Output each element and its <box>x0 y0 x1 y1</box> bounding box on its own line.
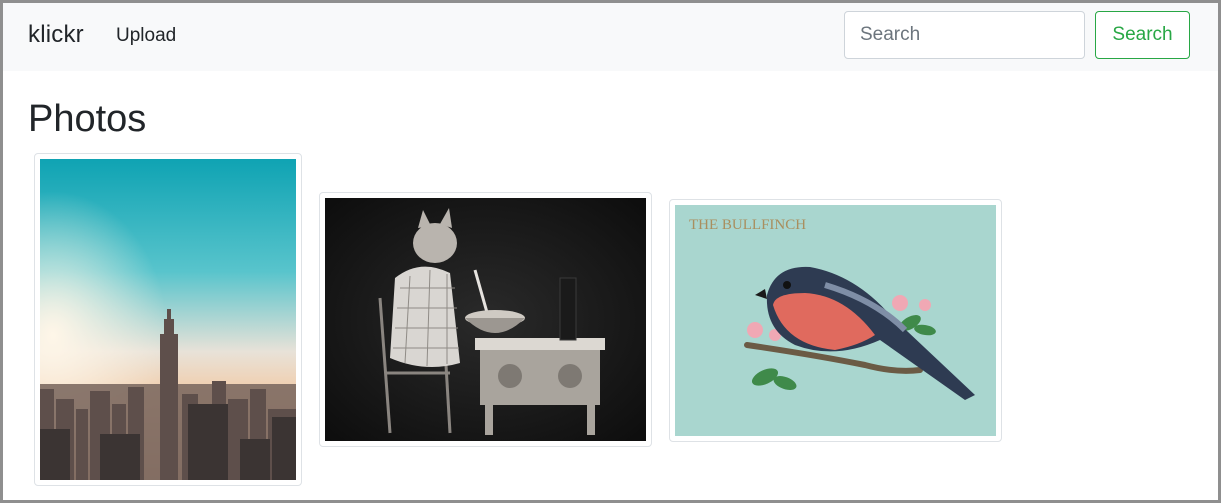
navbar: klickr Upload Search <box>3 3 1218 71</box>
nav-link-upload[interactable]: Upload <box>116 25 176 47</box>
city-skyline-image <box>40 159 296 480</box>
search-button[interactable]: Search <box>1095 11 1190 59</box>
brand-logo[interactable]: klickr <box>28 21 84 49</box>
bullfinch-caption: THE BULLFINCH <box>689 217 806 233</box>
photo-thumbnail-bullfinch[interactable]: THE BULLFINCH <box>669 199 1002 442</box>
app-window: klickr Upload Search Photos <box>0 0 1221 503</box>
bullfinch-image: THE BULLFINCH <box>675 205 996 436</box>
page-title: Photos <box>28 98 147 140</box>
photo-thumbnail-kitten[interactable] <box>319 192 652 447</box>
photo-thumbnail-city[interactable] <box>34 153 302 486</box>
search-input[interactable] <box>844 11 1085 59</box>
kitten-cooking-image <box>325 198 646 441</box>
